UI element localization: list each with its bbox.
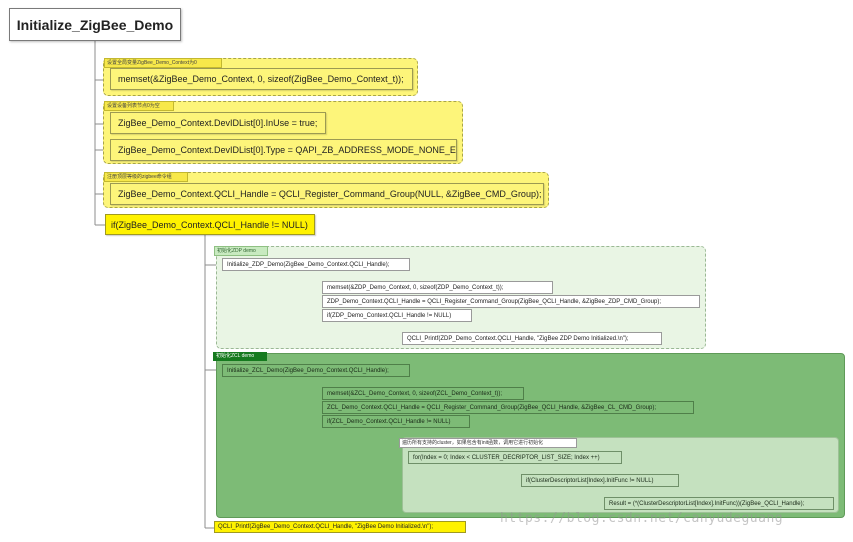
cluster-init-result-node[interactable]: Result = (*(ClusterDescriptorList[Index]… xyxy=(604,497,834,510)
zcl-group-label: 初始化ZCL demo xyxy=(213,352,267,361)
zcl-if-node[interactable]: if(ZCL_Demo_Context.QCLI_Handle != NULL) xyxy=(322,415,470,428)
zdp-register-node[interactable]: ZDP_Demo_Context.QCLI_Handle = QCLI_Regi… xyxy=(322,295,700,308)
zdp-group-label: 初始化ZDP demo xyxy=(214,246,268,256)
devidlist-inuse-node[interactable]: ZigBee_Demo_Context.DevIDList[0].InUse =… xyxy=(110,112,326,134)
register-cmd-label: 注册顶层等级的zigbee命令组 xyxy=(104,172,188,182)
zcl-memset-node[interactable]: memset(&ZCL_Demo_Context, 0, sizeof(ZCL_… xyxy=(322,387,524,400)
if-handle-node[interactable]: if(ZigBee_Demo_Context.QCLI_Handle != NU… xyxy=(105,214,315,235)
zdp-printf-node[interactable]: QCLI_Printf(ZDP_Demo_Context.QCLI_Handle… xyxy=(402,332,662,345)
memset-context-node[interactable]: memset(&ZigBee_Demo_Context, 0, sizeof(Z… xyxy=(110,68,413,90)
device-list-label: 设置设备列表节点0为空 xyxy=(104,101,174,111)
root-node[interactable]: Initialize_ZigBee_Demo xyxy=(9,8,181,41)
cluster-initfunc-if-node[interactable]: if(ClusterDescriptorList[Index].InitFunc… xyxy=(521,474,679,487)
initialize-zcl-node[interactable]: Initialize_ZCL_Demo(ZigBee_Demo_Context.… xyxy=(222,364,410,377)
devidlist-type-node[interactable]: ZigBee_Demo_Context.DevIDList[0].Type = … xyxy=(110,139,457,161)
zcl-register-node[interactable]: ZCL_Demo_Context.QCLI_Handle = QCLI_Regi… xyxy=(322,401,694,414)
zdp-if-node[interactable]: if(ZDP_Demo_Context.QCLI_Handle != NULL) xyxy=(322,309,472,322)
zdp-memset-node[interactable]: memset(&ZDP_Demo_Context, 0, sizeof(ZDP_… xyxy=(322,281,553,294)
register-command-group-node[interactable]: ZigBee_Demo_Context.QCLI_Handle = QCLI_R… xyxy=(110,183,544,205)
context-init-label: 设置全局变量ZigBee_Demo_Context为0 xyxy=(104,58,222,68)
cluster-loop-label: 遍历所有支持的cluster，如果包含有init函数，调用它进行初始化 xyxy=(399,438,577,448)
watermark: https://blog.csdn.net/canyudeguang xyxy=(500,511,784,526)
initialize-zdp-node[interactable]: Initialize_ZDP_Demo(ZigBee_Demo_Context.… xyxy=(222,258,410,271)
cluster-for-node[interactable]: for(Index = 0; Index < CLUSTER_DECRIPTOR… xyxy=(408,451,622,464)
zigbee-demo-printf-node[interactable]: QCLI_Printf(ZigBee_Demo_Context.QCLI_Han… xyxy=(214,521,466,533)
